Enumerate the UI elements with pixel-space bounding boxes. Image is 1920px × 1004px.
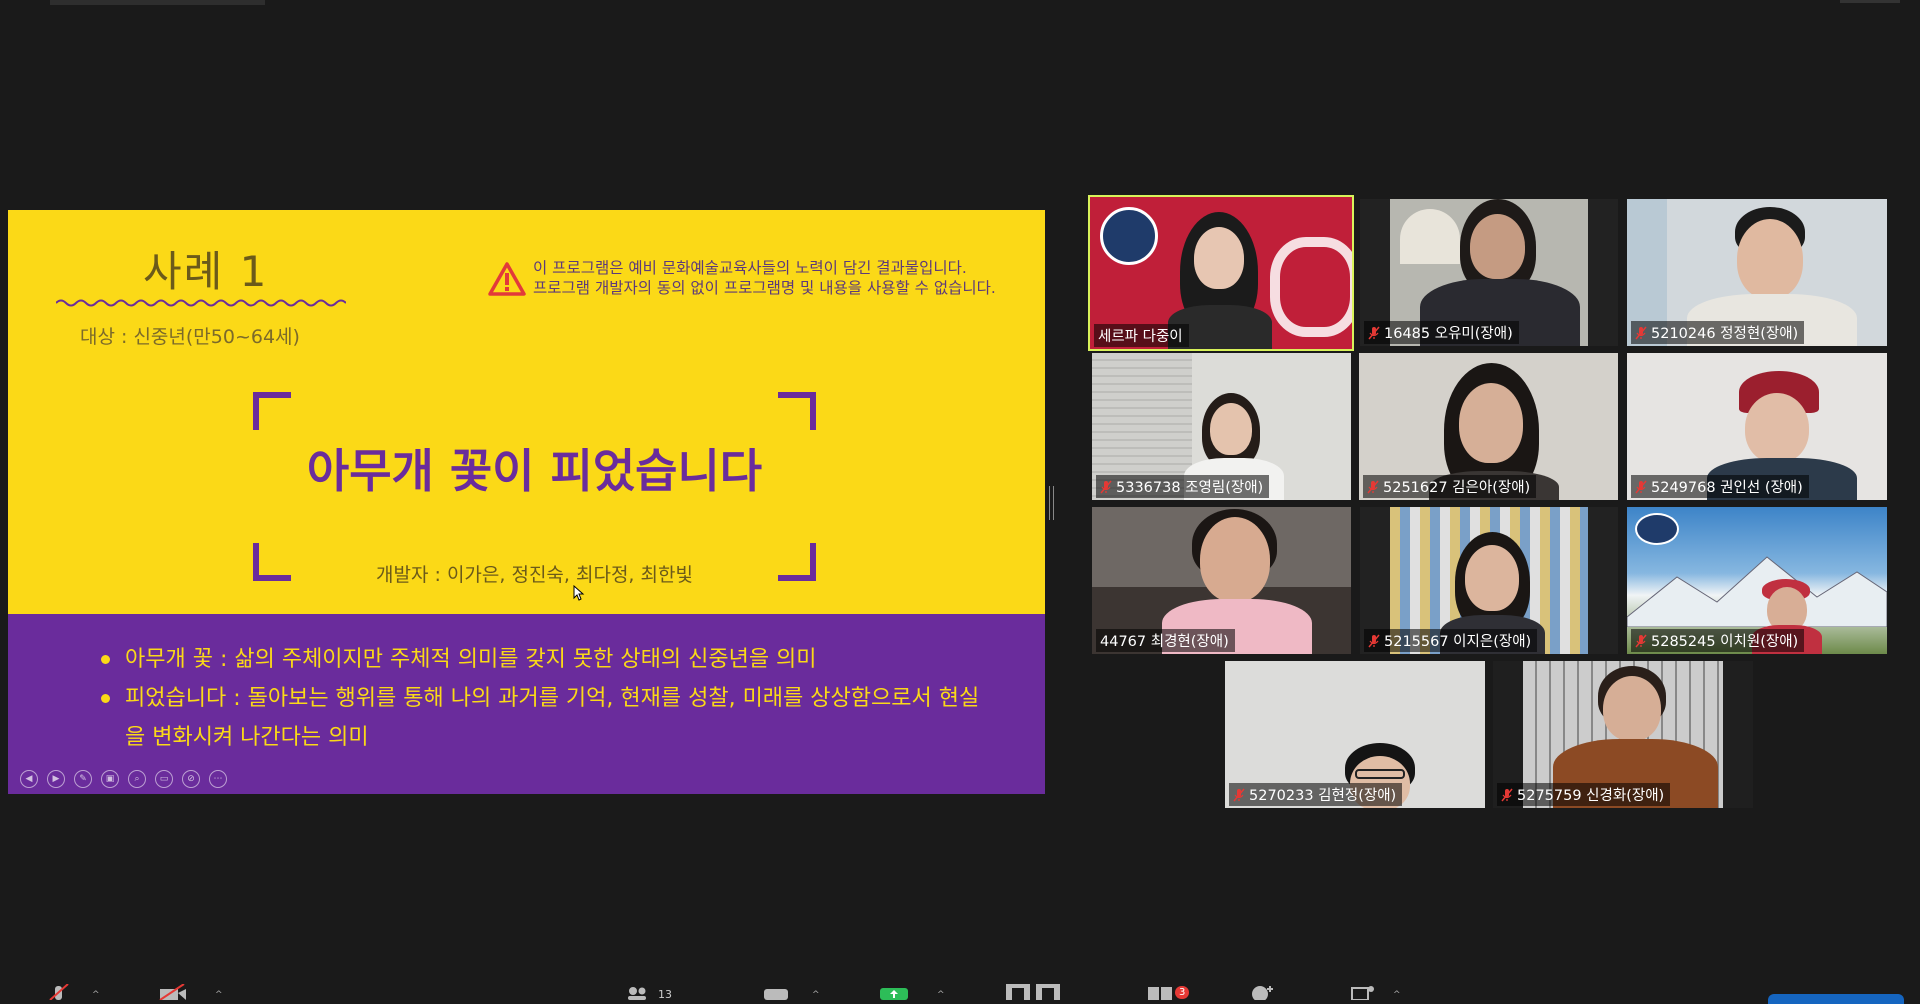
- mic-muted-icon: [1368, 326, 1380, 339]
- reactions-icon[interactable]: [1146, 984, 1176, 1000]
- org-logo-icon: [1635, 513, 1679, 545]
- meeting-toolbar: ^ ^ 13 ^ ^ 3 ^: [0, 984, 1920, 1001]
- bullet-item: 피었습니다 : 돌아보는 행위를 통해 나의 과거를 기억, 현재를 성찰, 미…: [93, 679, 993, 757]
- participant-name-tag: 5275759 신경화(장애): [1497, 783, 1671, 806]
- top-bar-strip: [50, 0, 265, 5]
- next-slide-icon[interactable]: ▶: [47, 770, 65, 788]
- warning-icon: [488, 262, 526, 296]
- mountain-background: [1627, 556, 1887, 627]
- hide-video-icon[interactable]: ⊘: [182, 770, 200, 788]
- record-icon[interactable]: [1004, 984, 1064, 1000]
- zoom-icon[interactable]: ⌕: [128, 770, 146, 788]
- video-tile[interactable]: 5285245 이치원(장애): [1627, 507, 1887, 654]
- participants-icon[interactable]: [626, 984, 648, 1000]
- mic-muted-icon: [1100, 480, 1112, 493]
- participant-name-tag: 5210246 정정현(장애): [1631, 321, 1805, 344]
- org-logo-icon: [1100, 207, 1158, 265]
- mic-muted-icon: [1635, 480, 1647, 493]
- end-meeting-button[interactable]: [1768, 994, 1904, 1004]
- mic-muted-icon: [1233, 788, 1245, 801]
- video-tile[interactable]: 5336738 조영림(장애): [1092, 353, 1351, 500]
- bracket-top-right: [778, 392, 816, 430]
- warning-line-1: 이 프로그램은 예비 문화예술교육사들의 노력이 담긴 결과물입니다.: [533, 259, 967, 277]
- pen-icon[interactable]: ✎: [74, 770, 92, 788]
- program-title: 아무개 꽃이 피었습니다: [306, 444, 763, 498]
- previous-slide-icon[interactable]: ◀: [20, 770, 38, 788]
- participant-name-tag: 5251627 김은아(장애): [1363, 475, 1537, 498]
- mouse-cursor-icon: [573, 585, 585, 601]
- video-tile[interactable]: 5270233 김현정(장애): [1225, 661, 1485, 808]
- slide-nav-toolbar: ◀ ▶ ✎ ▣ ⌕ ▭ ⊘ ⋯: [20, 770, 227, 788]
- participant-name-tag: 5249768 권인선 (장애): [1631, 475, 1809, 498]
- participants-count: 13: [658, 988, 672, 1001]
- developers: 개발자 : 이가은, 정진숙, 최다정, 최한빛: [376, 564, 693, 586]
- mic-muted-icon: [1368, 634, 1380, 647]
- video-tile[interactable]: 세르파 다중이: [1088, 195, 1354, 351]
- audio-options-caret-icon[interactable]: ^: [92, 990, 100, 1000]
- video-tile[interactable]: 16485 오유미(장애): [1360, 199, 1618, 346]
- chat-options-caret-icon[interactable]: ^: [812, 990, 820, 1000]
- video-tile[interactable]: 5215567 이지은(장애): [1360, 507, 1618, 654]
- video-tile[interactable]: 5249768 권인선 (장애): [1627, 353, 1887, 500]
- mic-muted-icon: [1635, 634, 1647, 647]
- warning-line-2: 프로그램 개발자의 동의 없이 프로그램명 및 내용을 사용할 수 없습니다.: [533, 279, 996, 297]
- top-bar-right-strip: [1840, 0, 1900, 3]
- slides-view-icon[interactable]: ▣: [101, 770, 119, 788]
- target-audience: 대상 : 신중년(만50~64세): [80, 326, 300, 348]
- participant-name-tag: 세르파 다중이: [1094, 324, 1189, 347]
- share-options-caret-icon[interactable]: ^: [937, 990, 945, 1000]
- reactions-badge: 3: [1175, 986, 1190, 999]
- subtitles-icon[interactable]: ▭: [155, 770, 173, 788]
- panel-splitter-handle[interactable]: [1049, 486, 1054, 520]
- slide-bullets: 아무개 꽃 : 삶의 주체이지만 주체적 의미를 갖지 못한 상태의 신중년을 …: [93, 640, 993, 757]
- bullet-item: 아무개 꽃 : 삶의 주체이지만 주체적 의미를 갖지 못한 상태의 신중년을 …: [93, 640, 993, 679]
- wavy-underline: [56, 299, 346, 307]
- participant-name-tag: 5336738 조영림(장애): [1096, 475, 1270, 498]
- participant-name-tag: 5215567 이지은(장애): [1364, 629, 1538, 652]
- share-screen-icon[interactable]: [879, 984, 909, 1000]
- participant-name-tag: 44767 최경현(장애): [1096, 629, 1235, 652]
- glasses-icon: [1355, 769, 1405, 779]
- more-icon[interactable]: [1350, 984, 1376, 1000]
- mic-muted-icon[interactable]: [48, 984, 70, 1000]
- mic-muted-icon: [1367, 480, 1379, 493]
- mic-muted-icon: [1501, 788, 1513, 801]
- more-options-caret-icon[interactable]: ^: [1393, 990, 1401, 1000]
- participant-name-tag: 16485 오유미(장애): [1364, 321, 1519, 344]
- participant-name-tag: 5285245 이치원(장애): [1631, 629, 1805, 652]
- participant-name-tag: 5270233 김현정(장애): [1229, 783, 1403, 806]
- video-off-icon[interactable]: [158, 984, 188, 1000]
- shared-slide[interactable]: 사례 1 대상 : 신중년(만50~64세) 이 프로그램은 예비 문화예술교육…: [8, 210, 1045, 794]
- video-tile[interactable]: 44767 최경현(장애): [1092, 507, 1351, 654]
- chat-icon[interactable]: [763, 984, 789, 1000]
- video-options-caret-icon[interactable]: ^: [215, 990, 223, 1000]
- more-options-icon[interactable]: ⋯: [209, 770, 227, 788]
- copyright-warning: 이 프로그램은 예비 문화예술교육사들의 노력이 담긴 결과물입니다. 프로그램…: [533, 258, 996, 298]
- video-tile[interactable]: 5275759 신경화(장애): [1493, 661, 1753, 808]
- mic-muted-icon: [1635, 326, 1647, 339]
- case-title: 사례 1: [143, 247, 269, 296]
- apps-icon[interactable]: [1250, 984, 1276, 1000]
- video-tile[interactable]: 5210246 정정현(장애): [1627, 199, 1887, 346]
- character-sticker-icon: [1270, 237, 1352, 337]
- bracket-top-left: [253, 392, 291, 430]
- video-tile[interactable]: 5251627 김은아(장애): [1359, 353, 1618, 500]
